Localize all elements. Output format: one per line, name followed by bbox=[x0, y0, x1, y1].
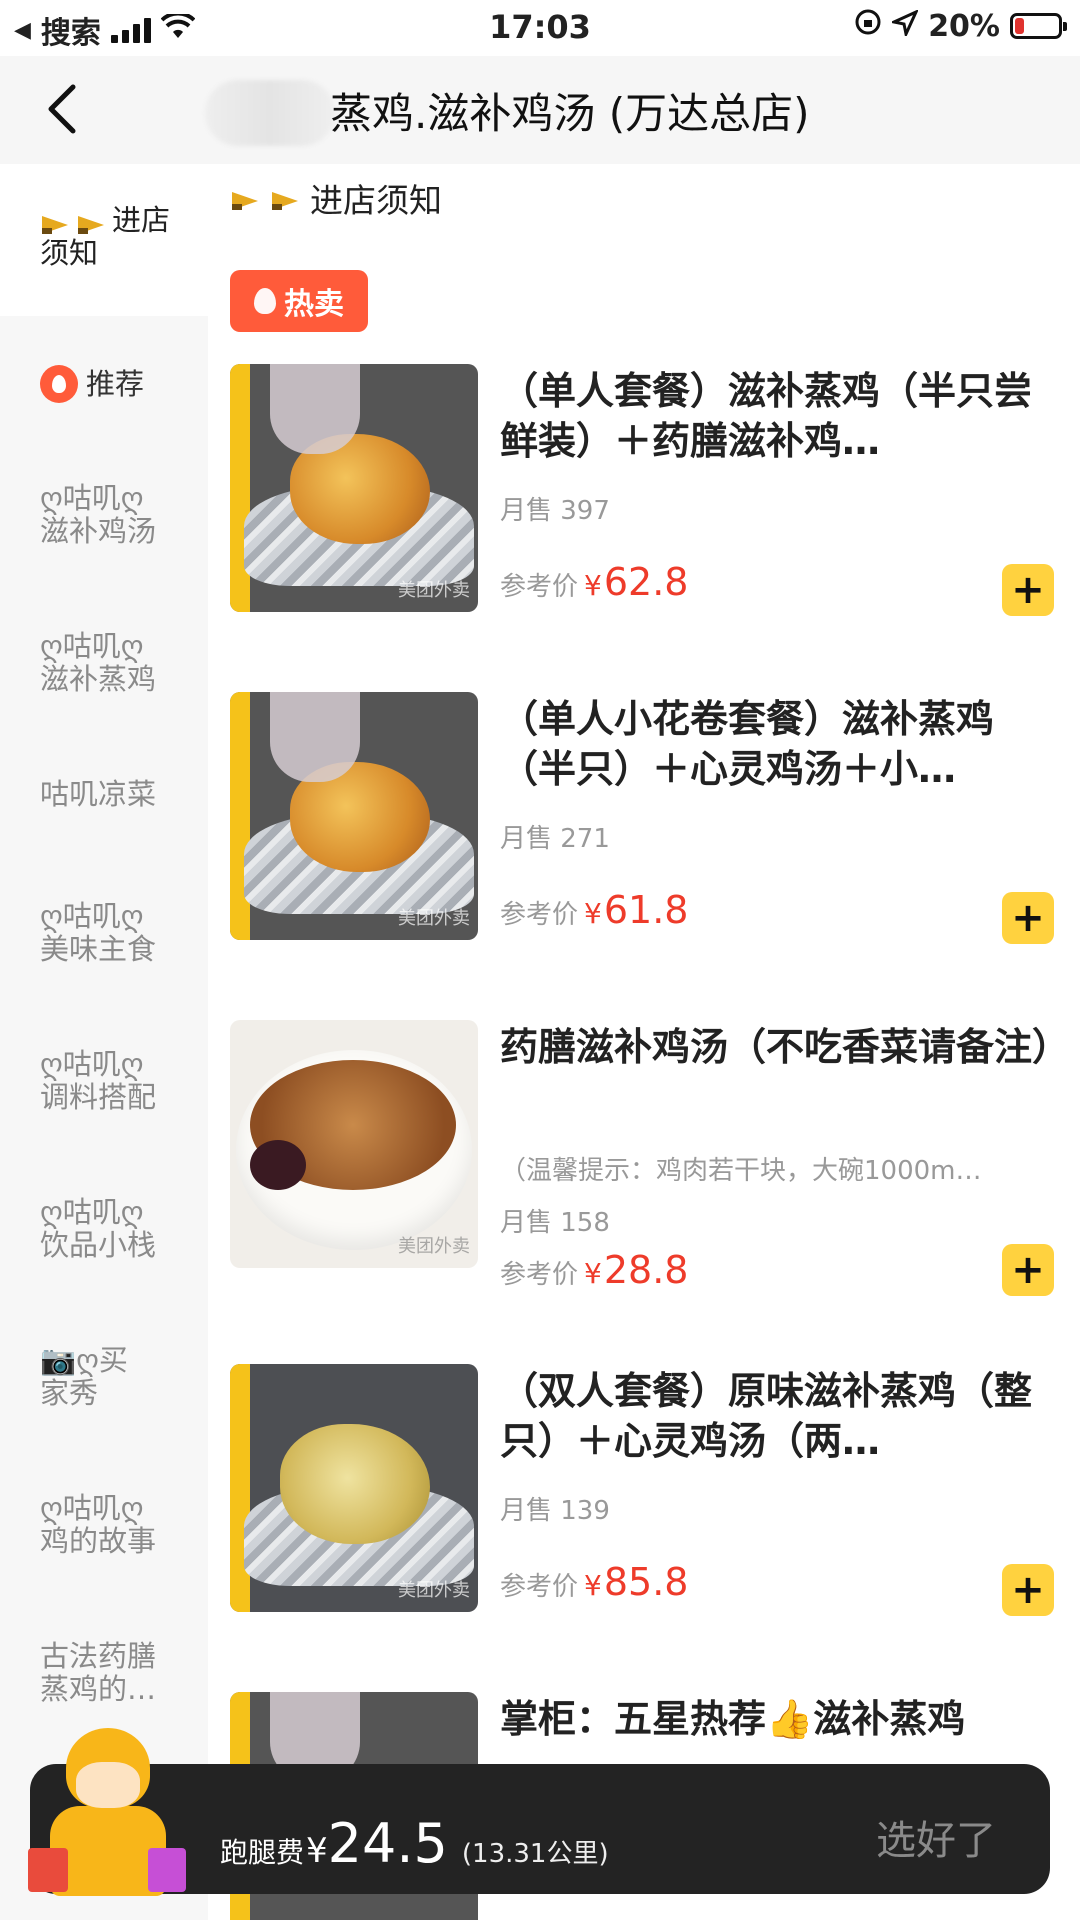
price-label: 参考价 bbox=[500, 1572, 579, 1602]
price-label: 参考价 bbox=[500, 1260, 579, 1290]
price: ¥85.8 bbox=[584, 1560, 689, 1604]
signal-icon bbox=[110, 17, 151, 43]
product-name: （单人套餐）滋补蒸鸡（半只尝鲜装）＋药膳滋补鸡… bbox=[500, 369, 1033, 463]
delivery-mascot-icon[interactable] bbox=[28, 1728, 188, 1898]
product-image[interactable]: 美团外卖 bbox=[230, 1364, 478, 1612]
add-to-cart-button[interactable]: + bbox=[1002, 1244, 1054, 1296]
price: ¥62.8 bbox=[584, 560, 689, 604]
delivery-fee-amount: 24.5 bbox=[327, 1812, 448, 1875]
sidebar-item-staple-food[interactable]: ღ咕叽ღ 美味主食 bbox=[0, 900, 208, 966]
location-icon bbox=[889, 8, 920, 44]
section-heading-notice: 进店须知 bbox=[230, 174, 442, 222]
price-row: 参考价 ¥85.8 bbox=[500, 1560, 688, 1604]
battery-percent: 20% bbox=[928, 8, 1000, 44]
add-to-cart-button[interactable]: + bbox=[1002, 564, 1054, 616]
sidebar-item-ancient-recipe[interactable]: 古法药膳 蒸鸡的… bbox=[0, 1640, 208, 1706]
sidebar-item-cold-dishes[interactable]: 咕叽凉菜 bbox=[0, 778, 208, 811]
back-to-app-icon[interactable]: ◀ bbox=[14, 18, 31, 43]
product-image[interactable]: 美团外卖 bbox=[230, 1020, 478, 1268]
sidebar-item-chicken-story[interactable]: ღ咕叽ღ 鸡的故事 bbox=[0, 1492, 208, 1558]
fire-icon bbox=[40, 365, 78, 403]
rotation-lock-icon bbox=[854, 8, 882, 44]
hot-tag-label: 热卖 bbox=[284, 287, 344, 322]
sidebar-item-notice[interactable]: 进店须知 bbox=[0, 164, 208, 316]
product-item[interactable]: 美团外卖 （单人套餐）滋补蒸鸡（半只尝鲜装）＋药膳滋补鸡… 月售 397 参考价… bbox=[208, 364, 1080, 654]
product-item[interactable]: 美团外卖 药膳滋补鸡汤（不吃香菜请备注） （温馨提示：鸡肉若干块，大碗1000m… bbox=[208, 1020, 1080, 1310]
checkout-button[interactable]: 选好了 bbox=[876, 1808, 996, 1866]
product-name: 药膳滋补鸡汤（不吃香菜请备注） bbox=[500, 1025, 1060, 1069]
back-icon[interactable] bbox=[26, 74, 96, 144]
product-item[interactable]: 美团外卖 （双人套餐）原味滋补蒸鸡（整只）＋心灵鸡汤（两… 月售 139 参考价… bbox=[208, 1364, 1080, 1654]
monthly-sales: 月售 271 bbox=[500, 824, 610, 854]
delivery-fee-currency: ¥ bbox=[306, 1831, 328, 1871]
delivery-distance: (13.31公里) bbox=[461, 1839, 609, 1869]
wifi-icon bbox=[160, 11, 196, 48]
sidebar-item-buyer-show[interactable]: 📷ღ买 家秀 bbox=[0, 1344, 208, 1410]
delivery-fee-label: 跑腿费 bbox=[220, 1836, 305, 1869]
price-row: 参考价 ¥61.8 bbox=[500, 888, 688, 932]
delivery-fee: 跑腿费 ¥ 24.5 (13.31公里) bbox=[220, 1812, 609, 1875]
add-to-cart-button[interactable]: + bbox=[1002, 892, 1054, 944]
category-sidebar: 进店须知 推荐 ღ咕叽ღ 滋补鸡汤 ღ咕叽ღ 滋补蒸鸡 咕叽凉菜 ღ咕叽ღ 美味… bbox=[0, 164, 208, 1920]
product-image[interactable]: 美团外卖 bbox=[230, 692, 478, 940]
price-row: 参考价 ¥62.8 bbox=[500, 560, 688, 604]
monthly-sales: 月售 139 bbox=[500, 1496, 610, 1526]
megaphone-icon bbox=[40, 211, 74, 234]
product-name: （单人小花卷套餐）滋补蒸鸡（半只）＋心灵鸡汤＋小… bbox=[500, 697, 995, 791]
status-left: ◀ 搜索 bbox=[14, 8, 196, 52]
price-label: 参考价 bbox=[500, 900, 579, 930]
price-label: 参考价 bbox=[500, 572, 579, 602]
product-image[interactable]: 美团外卖 bbox=[230, 364, 478, 612]
page-title: 蒸鸡.滋补鸡汤 (万达总店) bbox=[330, 89, 810, 138]
sidebar-item-recommend[interactable]: 推荐 bbox=[0, 354, 208, 414]
sidebar-item-steamed-chicken[interactable]: ღ咕叽ღ 滋补蒸鸡 bbox=[0, 630, 208, 696]
product-item[interactable]: 美团外卖 （单人小花卷套餐）滋补蒸鸡（半只）＋心灵鸡汤＋小… 月售 271 参考… bbox=[208, 692, 1080, 982]
status-right: 20% bbox=[854, 8, 1067, 44]
status-bar: ◀ 搜索 17:03 20% bbox=[0, 0, 1080, 56]
product-name: 掌柜：五星热荐👍滋补蒸鸡 bbox=[500, 1697, 966, 1741]
nav-bar: 蒸鸡.滋补鸡汤 (万达总店) bbox=[0, 56, 1080, 164]
carrier-label: 搜索 bbox=[40, 16, 101, 51]
monthly-sales: 月售 397 bbox=[500, 496, 610, 526]
notice-label: 进店须知 bbox=[310, 181, 442, 220]
sidebar-item-label: 推荐 bbox=[86, 366, 145, 401]
sidebar-item-seasonings[interactable]: ღ咕叽ღ 调料搭配 bbox=[0, 1048, 208, 1114]
add-to-cart-button[interactable]: + bbox=[1002, 1564, 1054, 1616]
price-row: 参考价 ¥28.8 bbox=[500, 1248, 688, 1292]
monthly-sales: 月售 158 bbox=[500, 1208, 610, 1238]
price: ¥28.8 bbox=[584, 1248, 689, 1292]
price: ¥61.8 bbox=[584, 888, 689, 932]
battery-icon bbox=[1010, 13, 1067, 39]
megaphone-icon bbox=[230, 187, 264, 210]
hot-sale-tag: 热卖 bbox=[230, 270, 368, 332]
blurred-title-prefix bbox=[205, 80, 335, 146]
megaphone-icon bbox=[270, 187, 304, 210]
product-list: 进店须知 热卖 美团外卖 （单人套餐）滋补蒸鸡（半只尝鲜装）＋药膳滋补鸡… 月售… bbox=[208, 164, 1080, 1920]
sidebar-item-drinks[interactable]: ღ咕叽ღ 饮品小栈 bbox=[0, 1196, 208, 1262]
megaphone-icon bbox=[76, 211, 110, 234]
sidebar-item-chicken-soup[interactable]: ღ咕叽ღ 滋补鸡汤 bbox=[0, 482, 208, 548]
fire-icon bbox=[254, 288, 276, 314]
product-name: （双人套餐）原味滋补蒸鸡（整只）＋心灵鸡汤（两… bbox=[500, 1369, 1033, 1463]
product-description: （温馨提示：鸡肉若干块，大碗1000m… bbox=[500, 1156, 982, 1186]
